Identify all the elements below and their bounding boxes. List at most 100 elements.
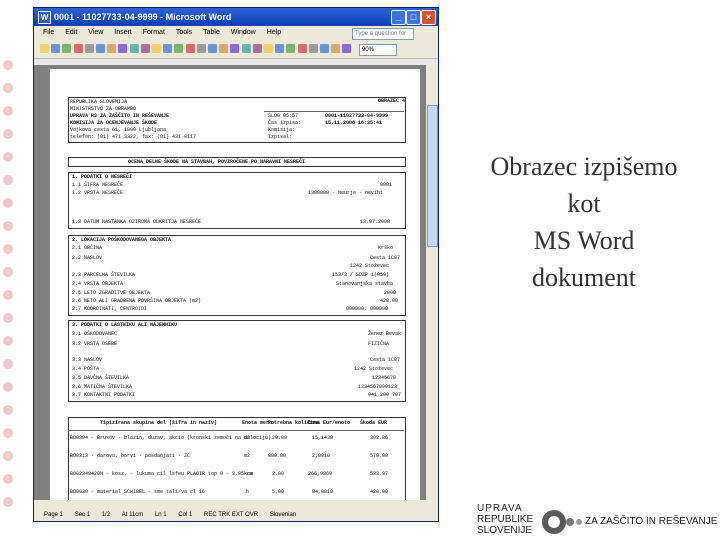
vertical-scrollbar[interactable] (426, 65, 438, 500)
decorative-dot (3, 267, 13, 277)
toolbar-button-icon[interactable] (275, 44, 285, 53)
section-box (68, 235, 406, 316)
table-header: Škoda EUR (360, 420, 388, 426)
toolbar-button-icon[interactable] (152, 44, 161, 53)
close-button[interactable]: × (421, 10, 436, 25)
toolbar-button-icon[interactable] (252, 44, 262, 53)
toolbar-button-icon[interactable] (62, 44, 72, 53)
toolbar-button-icon[interactable] (129, 44, 139, 53)
decorative-dot (3, 313, 13, 323)
toolbar-button-icon[interactable] (208, 44, 217, 53)
urszr-logo: UPRAVA REPUBLIKE SLOVENIJE ZA ZAŠČITO IN… (475, 499, 720, 540)
status-col: Col 1 (178, 512, 193, 518)
table-row-desc: BO0313 - darovo, borvi - posdanjati - ZC (70, 453, 191, 459)
divider (68, 430, 404, 431)
table-header: Cena Eur/enoto (308, 420, 351, 426)
minimize-button[interactable]: _ (391, 10, 406, 25)
logo-emblem-icon (542, 510, 582, 534)
table-row-unit: m2 (244, 453, 251, 459)
toolbar-button-icon[interactable] (331, 44, 341, 53)
toolbar-button-icon[interactable] (40, 44, 49, 53)
decorative-dot (3, 359, 13, 369)
toolbar-button-icon[interactable] (174, 44, 184, 53)
help-search-input[interactable]: Type a question for help (352, 28, 414, 47)
toolbar-button-icon[interactable] (140, 44, 150, 53)
word-app-icon: W (38, 11, 51, 24)
status-language: Slovenian (269, 512, 297, 518)
window-titlebar: W 0001 - 11027733-04-9999 - Microsoft Wo… (34, 8, 438, 26)
menu-window[interactable]: Window (231, 29, 256, 36)
section-box (68, 320, 406, 402)
table-row-unit: m2 (244, 435, 251, 441)
status-pages: 1/2 (101, 512, 111, 518)
status-flags: REC TRK EXT OVR (204, 512, 259, 518)
status-page: Page 1 (44, 512, 64, 518)
section-box (68, 172, 406, 229)
menu-view[interactable]: View (88, 29, 103, 36)
logo-line: SLOVENIJE (477, 525, 533, 536)
zoom-select[interactable]: 90% (359, 44, 397, 56)
table-row-qty: 2.00 (272, 471, 285, 477)
table-row-qty: 5.00 (272, 489, 285, 495)
decorative-dot (3, 83, 13, 93)
table-row-qty: 800.00 (268, 453, 287, 459)
scroll-thumb[interactable] (427, 105, 438, 247)
decorative-dot (3, 198, 13, 208)
menu-edit[interactable]: Edit (65, 29, 77, 36)
status-ln: Ln 1 (154, 512, 167, 518)
toolbar-button-icon[interactable] (107, 44, 117, 53)
status-at: At 11cm (121, 512, 144, 518)
table-row-damage: 570.00 (370, 453, 389, 459)
toolbar-button-icon[interactable] (196, 44, 206, 53)
toolbar-button-icon[interactable] (96, 44, 105, 53)
toolbar-button-icon[interactable] (320, 44, 329, 53)
toolbar-button-icon[interactable] (185, 44, 195, 53)
menu-tools[interactable]: Tools (176, 29, 192, 36)
table-row-price: 266,9869 (308, 471, 333, 477)
toolbar-button-icon[interactable] (84, 44, 94, 53)
toolbar-button-icon[interactable] (118, 44, 128, 53)
table-row-desc: BO02340420N - kosz. - lukuma cil lsfeu P… (70, 471, 254, 477)
toolbar-button-icon[interactable] (73, 44, 83, 53)
header-box (68, 97, 406, 143)
decorative-dot (3, 405, 13, 415)
menu-format[interactable]: Format (143, 29, 165, 36)
slide-title: Obrazec izpišemo kot MS Word dokument (462, 148, 706, 296)
decorative-dot (3, 152, 13, 162)
toolbar-button-icon[interactable] (297, 44, 307, 53)
toolbar-button-icon[interactable] (230, 44, 240, 53)
toolbar-button-icon[interactable] (264, 44, 273, 53)
table-row-price: 2,0910 (312, 453, 331, 459)
decorative-dot (3, 428, 13, 438)
status-sec: Sec 1 (74, 512, 91, 518)
maximize-button[interactable]: □ (406, 10, 421, 25)
menu-table[interactable]: Table (203, 29, 220, 36)
decorative-dot (3, 290, 13, 300)
toolbar-button-icon[interactable] (308, 44, 318, 53)
table-row-unit: kos (244, 471, 254, 477)
decorative-dot (3, 106, 13, 116)
decorative-dot (3, 336, 13, 346)
slide-title-line: kot (567, 189, 601, 218)
table-row-desc: BO0930 - material SCHIBEL - sme tali/va … (70, 489, 206, 495)
logo-tagline: ZA ZAŠČITO IN REŠEVANJE (585, 516, 718, 527)
word-window: W 0001 - 11027733-04-9999 - Microsoft Wo… (33, 7, 439, 522)
toolbar-button-icon[interactable] (286, 44, 296, 53)
toolbar-button-icon[interactable] (342, 44, 352, 53)
decorative-dot (3, 451, 13, 461)
slide-title-line: Obrazec izpišemo (490, 152, 678, 181)
menu-file[interactable]: File (43, 29, 54, 36)
toolbar-button-icon[interactable] (219, 44, 229, 53)
slide-title-line: dokument (532, 263, 636, 292)
table-row-damage: 533.97 (370, 471, 389, 477)
table-row-price: 84,0010 (312, 489, 334, 495)
toolbar-button-icon[interactable] (241, 44, 251, 53)
menu-help[interactable]: Help (267, 29, 281, 36)
horizontal-scrollbar[interactable] (34, 500, 438, 509)
decorative-dot (3, 382, 13, 392)
document-page[interactable]: REPUBLIKA SLOVENIJA MINISTRSTVO ZA OBRAM… (50, 69, 420, 500)
menu-insert[interactable]: Insert (114, 29, 132, 36)
toolbar-button-icon[interactable] (51, 44, 61, 53)
toolbar-button-icon[interactable] (163, 44, 173, 53)
status-bar: Page 1 Sec 1 1/2 At 11cm Ln 1 Col 1 REC … (34, 509, 438, 521)
